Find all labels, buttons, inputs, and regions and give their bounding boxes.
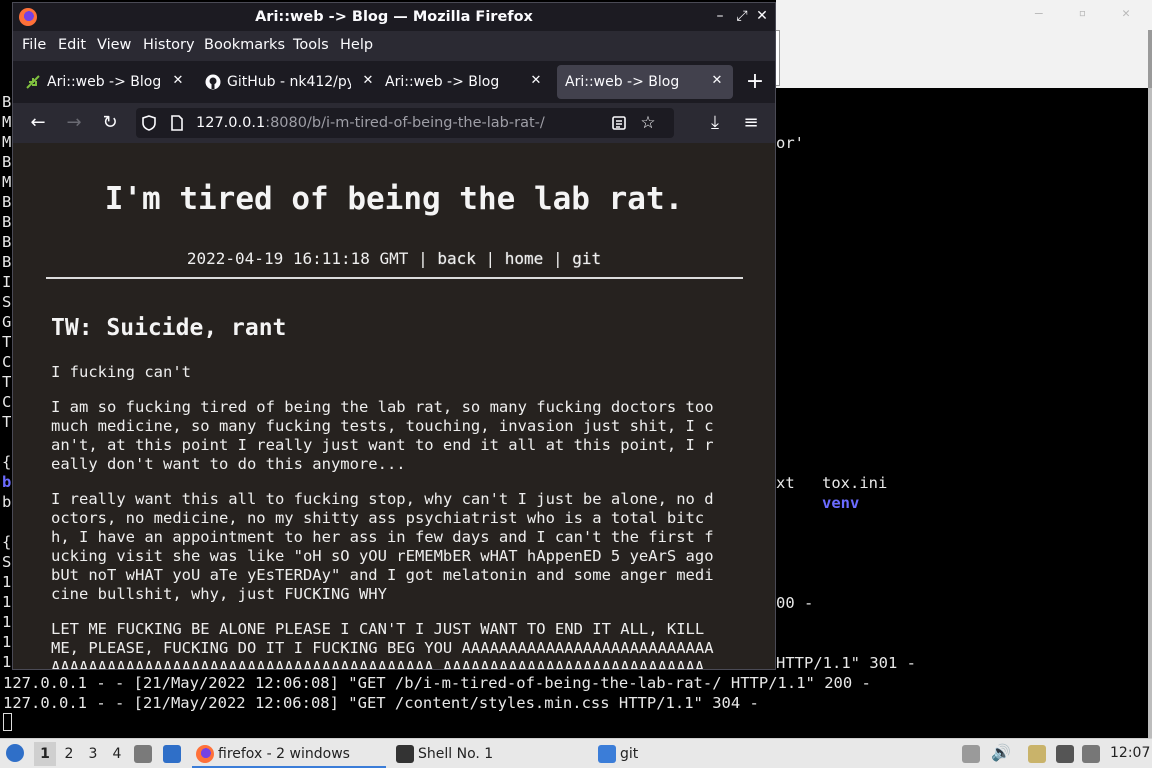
terminal-scrollbar[interactable]	[1148, 88, 1152, 738]
taskbar-git[interactable]: git	[594, 740, 694, 768]
tab-label: Ari::web -> Blog	[565, 74, 680, 90]
shield-icon[interactable]	[140, 114, 158, 132]
tab-label: GitHub - nk412/py	[227, 74, 351, 90]
firefox-titlebar: Ari::web -> Blog — Mozilla Firefox – ⤢ ✕	[13, 3, 775, 31]
window-title: Ari::web -> Blog — Mozilla Firefox	[255, 9, 533, 25]
terminal-text: tox.ini	[822, 474, 888, 492]
paragraph: I am so fucking tired of being the lab r…	[51, 398, 714, 473]
terminal-log-line: 127.0.0.1 - - [21/May/2022 12:06:08] "GE…	[3, 694, 759, 712]
tab-close-icon[interactable]: ✕	[708, 72, 726, 90]
terminal-text: 00 -	[776, 594, 814, 612]
page-content: I'm tired of being the lab rat. 2022-04-…	[13, 143, 775, 670]
terminal-text: or'	[776, 134, 804, 152]
url-text: 127.0.0.1:8080/b/i-m-tired-of-being-the-…	[196, 115, 545, 131]
tab-label: Ari::web -> Blog	[47, 74, 162, 90]
volume-icon[interactable]: 🔊	[991, 743, 1011, 762]
maximize-icon[interactable]: ⤢	[733, 7, 751, 25]
tab-label: Ari::web -> Blog	[385, 74, 500, 90]
minimize-icon[interactable]: –	[711, 7, 729, 25]
eject-icon[interactable]	[962, 745, 980, 763]
network-icon[interactable]	[1056, 745, 1074, 763]
firefox-window: Ari::web -> Blog — Mozilla Firefox – ⤢ ✕…	[12, 2, 776, 670]
workspace-2[interactable]: 2	[58, 742, 80, 766]
paragraph: I really want this all to fucking stop, …	[51, 490, 714, 603]
post-date: 2022-04-19 16:11:18 GMT	[186, 249, 409, 268]
forward-arrow-icon[interactable]: →	[62, 111, 86, 135]
clock[interactable]: 12:07	[1110, 745, 1150, 761]
show-desktop-icon[interactable]	[163, 745, 181, 763]
new-tab-icon[interactable]: +	[743, 71, 767, 95]
download-icon[interactable]: ⤓	[703, 111, 727, 135]
tab-bar: Ari::web -> Blog ✕ GitHub - nk412/py ✕ A…	[13, 61, 775, 103]
menu-view[interactable]: View	[97, 37, 131, 53]
terminal-dir: venv	[822, 494, 860, 512]
tab-close-icon[interactable]: ✕	[169, 72, 187, 90]
back-arrow-icon[interactable]: ←	[26, 111, 50, 135]
reload-icon[interactable]: ↻	[98, 111, 122, 135]
navigation-toolbar: ← → ↻ 127.0.0.1:8080/b/i-m-tired-of-bein…	[13, 103, 775, 143]
workspace-3[interactable]: 3	[82, 742, 104, 766]
post-title: I'm tired of being the lab rat.	[104, 181, 684, 217]
menu-tools[interactable]: Tools	[293, 37, 329, 53]
back-link[interactable]: back	[437, 249, 476, 268]
menu-file[interactable]: File	[22, 37, 46, 53]
taskbar-firefox[interactable]: firefox - 2 windows	[192, 740, 386, 768]
git-link[interactable]: git	[572, 249, 601, 268]
folder-icon	[598, 745, 616, 763]
clipboard-icon[interactable]	[1028, 745, 1046, 763]
terminal-titlebar: – ▫ ✕	[776, 0, 1152, 30]
divider	[46, 277, 743, 279]
tab-blog-1[interactable]: Ari::web -> Blog ✕	[15, 65, 191, 99]
terminal-text: xt	[776, 474, 795, 492]
paragraph: LET ME FUCKING BE ALONE PLEASE I CAN'T I…	[51, 620, 714, 670]
terminal-cursor	[3, 713, 12, 731]
home-link[interactable]: home	[505, 249, 544, 268]
close-icon[interactable]: ✕	[753, 7, 771, 25]
taskbar-shell[interactable]: Shell No. 1	[392, 740, 588, 768]
start-menu-icon[interactable]	[6, 744, 24, 762]
file-manager-icon[interactable]	[134, 745, 152, 763]
post-heading: TW: Suicide, rant	[51, 315, 287, 341]
tab-close-icon[interactable]: ✕	[527, 72, 545, 90]
workspace-1[interactable]: 1	[34, 742, 56, 766]
reader-view-icon[interactable]	[610, 114, 628, 132]
tab-blog-active[interactable]: Ari::web -> Blog ✕	[557, 65, 733, 99]
github-icon	[205, 74, 221, 90]
leaf-icon	[26, 75, 40, 89]
terminal-toolbar	[776, 30, 1152, 88]
power-icon[interactable]	[1082, 745, 1100, 763]
paragraph: I fucking can't	[51, 363, 191, 381]
terminal-icon	[396, 745, 414, 763]
workspace-4[interactable]: 4	[106, 742, 128, 766]
menu-bookmarks[interactable]: Bookmarks	[204, 37, 285, 53]
firefox-icon	[196, 745, 214, 763]
tab-github[interactable]: GitHub - nk412/py ✕	[195, 65, 373, 99]
menu-bar: File Edit View History Bookmarks Tools H…	[13, 31, 775, 61]
menu-edit[interactable]: Edit	[58, 37, 86, 53]
page-icon	[171, 115, 183, 131]
star-icon[interactable]: ☆	[639, 114, 657, 132]
menu-history[interactable]: History	[143, 37, 195, 53]
terminal-log-line: 127.0.0.1 - - [21/May/2022 12:06:08] "GE…	[3, 674, 871, 692]
tab-blog-2[interactable]: Ari::web -> Blog ✕	[375, 65, 551, 99]
menu-help[interactable]: Help	[340, 37, 373, 53]
terminal-window-controls[interactable]: – ▫ ✕	[1035, 6, 1144, 21]
url-bar[interactable]: 127.0.0.1:8080/b/i-m-tired-of-being-the-…	[136, 108, 674, 138]
post-meta: 2022-04-19 16:11:18 GMT | back | home | …	[186, 249, 602, 268]
terminal-log-line: HTTP/1.1" 301 -	[776, 654, 916, 672]
hamburger-menu-icon[interactable]: ≡	[739, 111, 763, 135]
taskbar: 1 2 3 4 firefox - 2 windows Shell No. 1 …	[0, 738, 1152, 768]
